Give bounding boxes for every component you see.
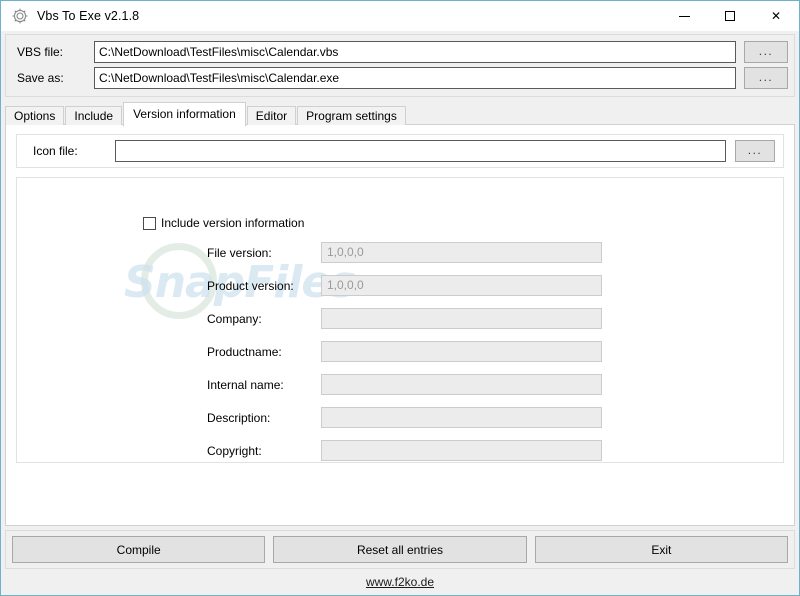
save-as-browse-button[interactable]: ... xyxy=(744,67,788,89)
close-icon: ✕ xyxy=(770,9,782,23)
window-title: Vbs To Exe v2.1.8 xyxy=(37,9,140,23)
tab-strip: Options Include Version information Edit… xyxy=(5,102,795,127)
close-button[interactable]: ✕ xyxy=(753,1,799,31)
save-as-label: Save as: xyxy=(17,71,64,85)
vbs-file-browse-button[interactable]: ... xyxy=(744,41,788,63)
save-as-input[interactable]: C:\NetDownload\TestFiles\misc\Calendar.e… xyxy=(94,67,736,89)
icon-file-group: Icon file: ... xyxy=(16,134,784,168)
tab-include[interactable]: Include xyxy=(65,106,123,125)
website-link[interactable]: www.f2ko.de xyxy=(366,575,434,589)
vbs-file-input[interactable]: C:\NetDownload\TestFiles\misc\Calendar.v… xyxy=(94,41,736,63)
bottom-bar: Compile Reset all entries Exit www.f2ko.… xyxy=(1,526,799,595)
exit-button[interactable]: Exit xyxy=(534,536,788,563)
tab-editor[interactable]: Editor xyxy=(246,106,297,125)
file-version-input[interactable]: 1,0,0,0 xyxy=(321,242,602,263)
version-fields-group: Include version information File version… xyxy=(16,177,784,463)
gear-icon xyxy=(11,7,29,25)
icon-file-label: Icon file: xyxy=(33,144,78,158)
compile-button[interactable]: Compile xyxy=(12,536,266,563)
icon-file-input[interactable] xyxy=(115,140,726,162)
company-label: Company: xyxy=(207,311,262,326)
vbs-file-row: VBS file: C:\NetDownload\TestFiles\misc\… xyxy=(6,41,794,63)
minimize-button[interactable] xyxy=(661,1,707,31)
productname-row: Productname: xyxy=(17,341,783,362)
description-row: Description: xyxy=(17,407,783,428)
copyright-input[interactable] xyxy=(321,440,602,461)
company-row: Company: xyxy=(17,308,783,329)
tab-version-information[interactable]: Version information xyxy=(123,102,246,127)
file-version-row: File version: 1,0,0,0 xyxy=(17,242,783,263)
app-window: Vbs To Exe v2.1.8 ✕ VBS file: C:\NetDown… xyxy=(0,0,800,596)
include-version-information-label: Include version information xyxy=(161,216,305,230)
file-version-label: File version: xyxy=(207,245,272,260)
product-version-input[interactable]: 1,0,0,0 xyxy=(321,275,602,296)
vbs-file-label: VBS file: xyxy=(17,45,64,59)
tab-options[interactable]: Options xyxy=(5,106,65,125)
minimize-icon xyxy=(678,15,690,17)
include-version-information-checkbox[interactable] xyxy=(143,216,156,230)
tab-program-settings[interactable]: Program settings xyxy=(297,106,406,125)
version-information-panel: SnapFiles Icon file: ... Include version… xyxy=(5,124,795,526)
file-panel: VBS file: C:\NetDownload\TestFiles\misc\… xyxy=(5,34,795,97)
product-version-label: Product version: xyxy=(207,278,294,293)
productname-label: Productname: xyxy=(207,344,282,359)
internal-name-input[interactable] xyxy=(321,374,602,395)
reset-all-entries-button[interactable]: Reset all entries xyxy=(273,536,527,563)
productname-input[interactable] xyxy=(321,341,602,362)
internal-name-label: Internal name: xyxy=(207,377,284,392)
icon-file-browse-button[interactable]: ... xyxy=(735,140,775,162)
footer: www.f2ko.de xyxy=(1,569,799,595)
copyright-label: Copyright: xyxy=(207,443,262,458)
maximize-icon xyxy=(725,11,735,21)
description-input[interactable] xyxy=(321,407,602,428)
save-as-row: Save as: C:\NetDownload\TestFiles\misc\C… xyxy=(6,67,794,89)
company-input[interactable] xyxy=(321,308,602,329)
title-bar: Vbs To Exe v2.1.8 ✕ xyxy=(1,1,799,31)
copyright-row: Copyright: xyxy=(17,440,783,461)
action-button-panel: Compile Reset all entries Exit xyxy=(5,530,795,569)
internal-name-row: Internal name: xyxy=(17,374,783,395)
maximize-button[interactable] xyxy=(707,1,753,31)
product-version-row: Product version: 1,0,0,0 xyxy=(17,275,783,296)
window-controls: ✕ xyxy=(661,1,799,31)
description-label: Description: xyxy=(207,410,271,425)
include-version-information-row[interactable]: Include version information xyxy=(143,216,783,230)
